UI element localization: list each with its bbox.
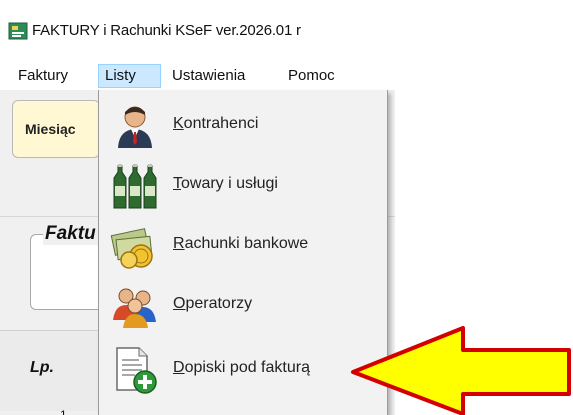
row-number: 1 bbox=[60, 408, 67, 415]
menu-item-operatorzy[interactable]: Operatorzy bbox=[99, 276, 387, 336]
menu-item-kontrahenci-label: Kontrahenci bbox=[173, 115, 259, 132]
menu-item-dopiski-pod-faktura[interactable]: Dopiski pod fakturą bbox=[99, 340, 387, 400]
menu-item-rachunki-bankowe[interactable]: Rachunki bankowe bbox=[99, 216, 387, 276]
menu-pomoc[interactable]: Pomoc bbox=[282, 64, 341, 88]
menu-item-towary-i-uslugi-label: Towary i usługi bbox=[173, 175, 278, 192]
invoices-panel-title: Faktu bbox=[43, 223, 98, 245]
menu-ustawienia[interactable]: Ustawienia bbox=[166, 64, 251, 88]
menu-item-dopiski-pod-faktura-label: Dopiski pod fakturą bbox=[173, 359, 310, 376]
month-button[interactable]: Miesiąc bbox=[12, 100, 100, 158]
menu-item-kontrahenci[interactable]: Kontrahenci bbox=[99, 96, 387, 156]
users-icon bbox=[113, 288, 156, 328]
arrow-left-icon bbox=[351, 326, 571, 415]
menu-item-rachunki-bankowe-label: Rachunki bankowe bbox=[173, 235, 309, 252]
app-icon bbox=[8, 22, 28, 40]
menu-bar: Faktury Listy Ustawienia Pomoc bbox=[0, 60, 395, 90]
document-add-icon bbox=[116, 347, 157, 394]
column-header-lp[interactable]: Lp. bbox=[0, 330, 100, 411]
menu-faktury[interactable]: Faktury bbox=[12, 64, 74, 88]
bottles-icon bbox=[113, 164, 157, 209]
money-icon bbox=[110, 228, 153, 269]
month-button-label: Miesiąc bbox=[25, 121, 76, 137]
menu-item-towary-i-uslugi[interactable]: Towary i usługi bbox=[99, 156, 387, 216]
title-bar: FAKTURY i Rachunki KSeF ver.2026.01 r bbox=[0, 0, 395, 60]
menu-listy[interactable]: Listy bbox=[98, 64, 161, 88]
menu-item-operatorzy-label: Operatorzy bbox=[173, 295, 253, 312]
window-title: FAKTURY i Rachunki KSeF ver.2026.01 r bbox=[32, 22, 301, 39]
user-icon bbox=[118, 106, 152, 148]
column-header-lp-label: Lp. bbox=[30, 359, 54, 376]
